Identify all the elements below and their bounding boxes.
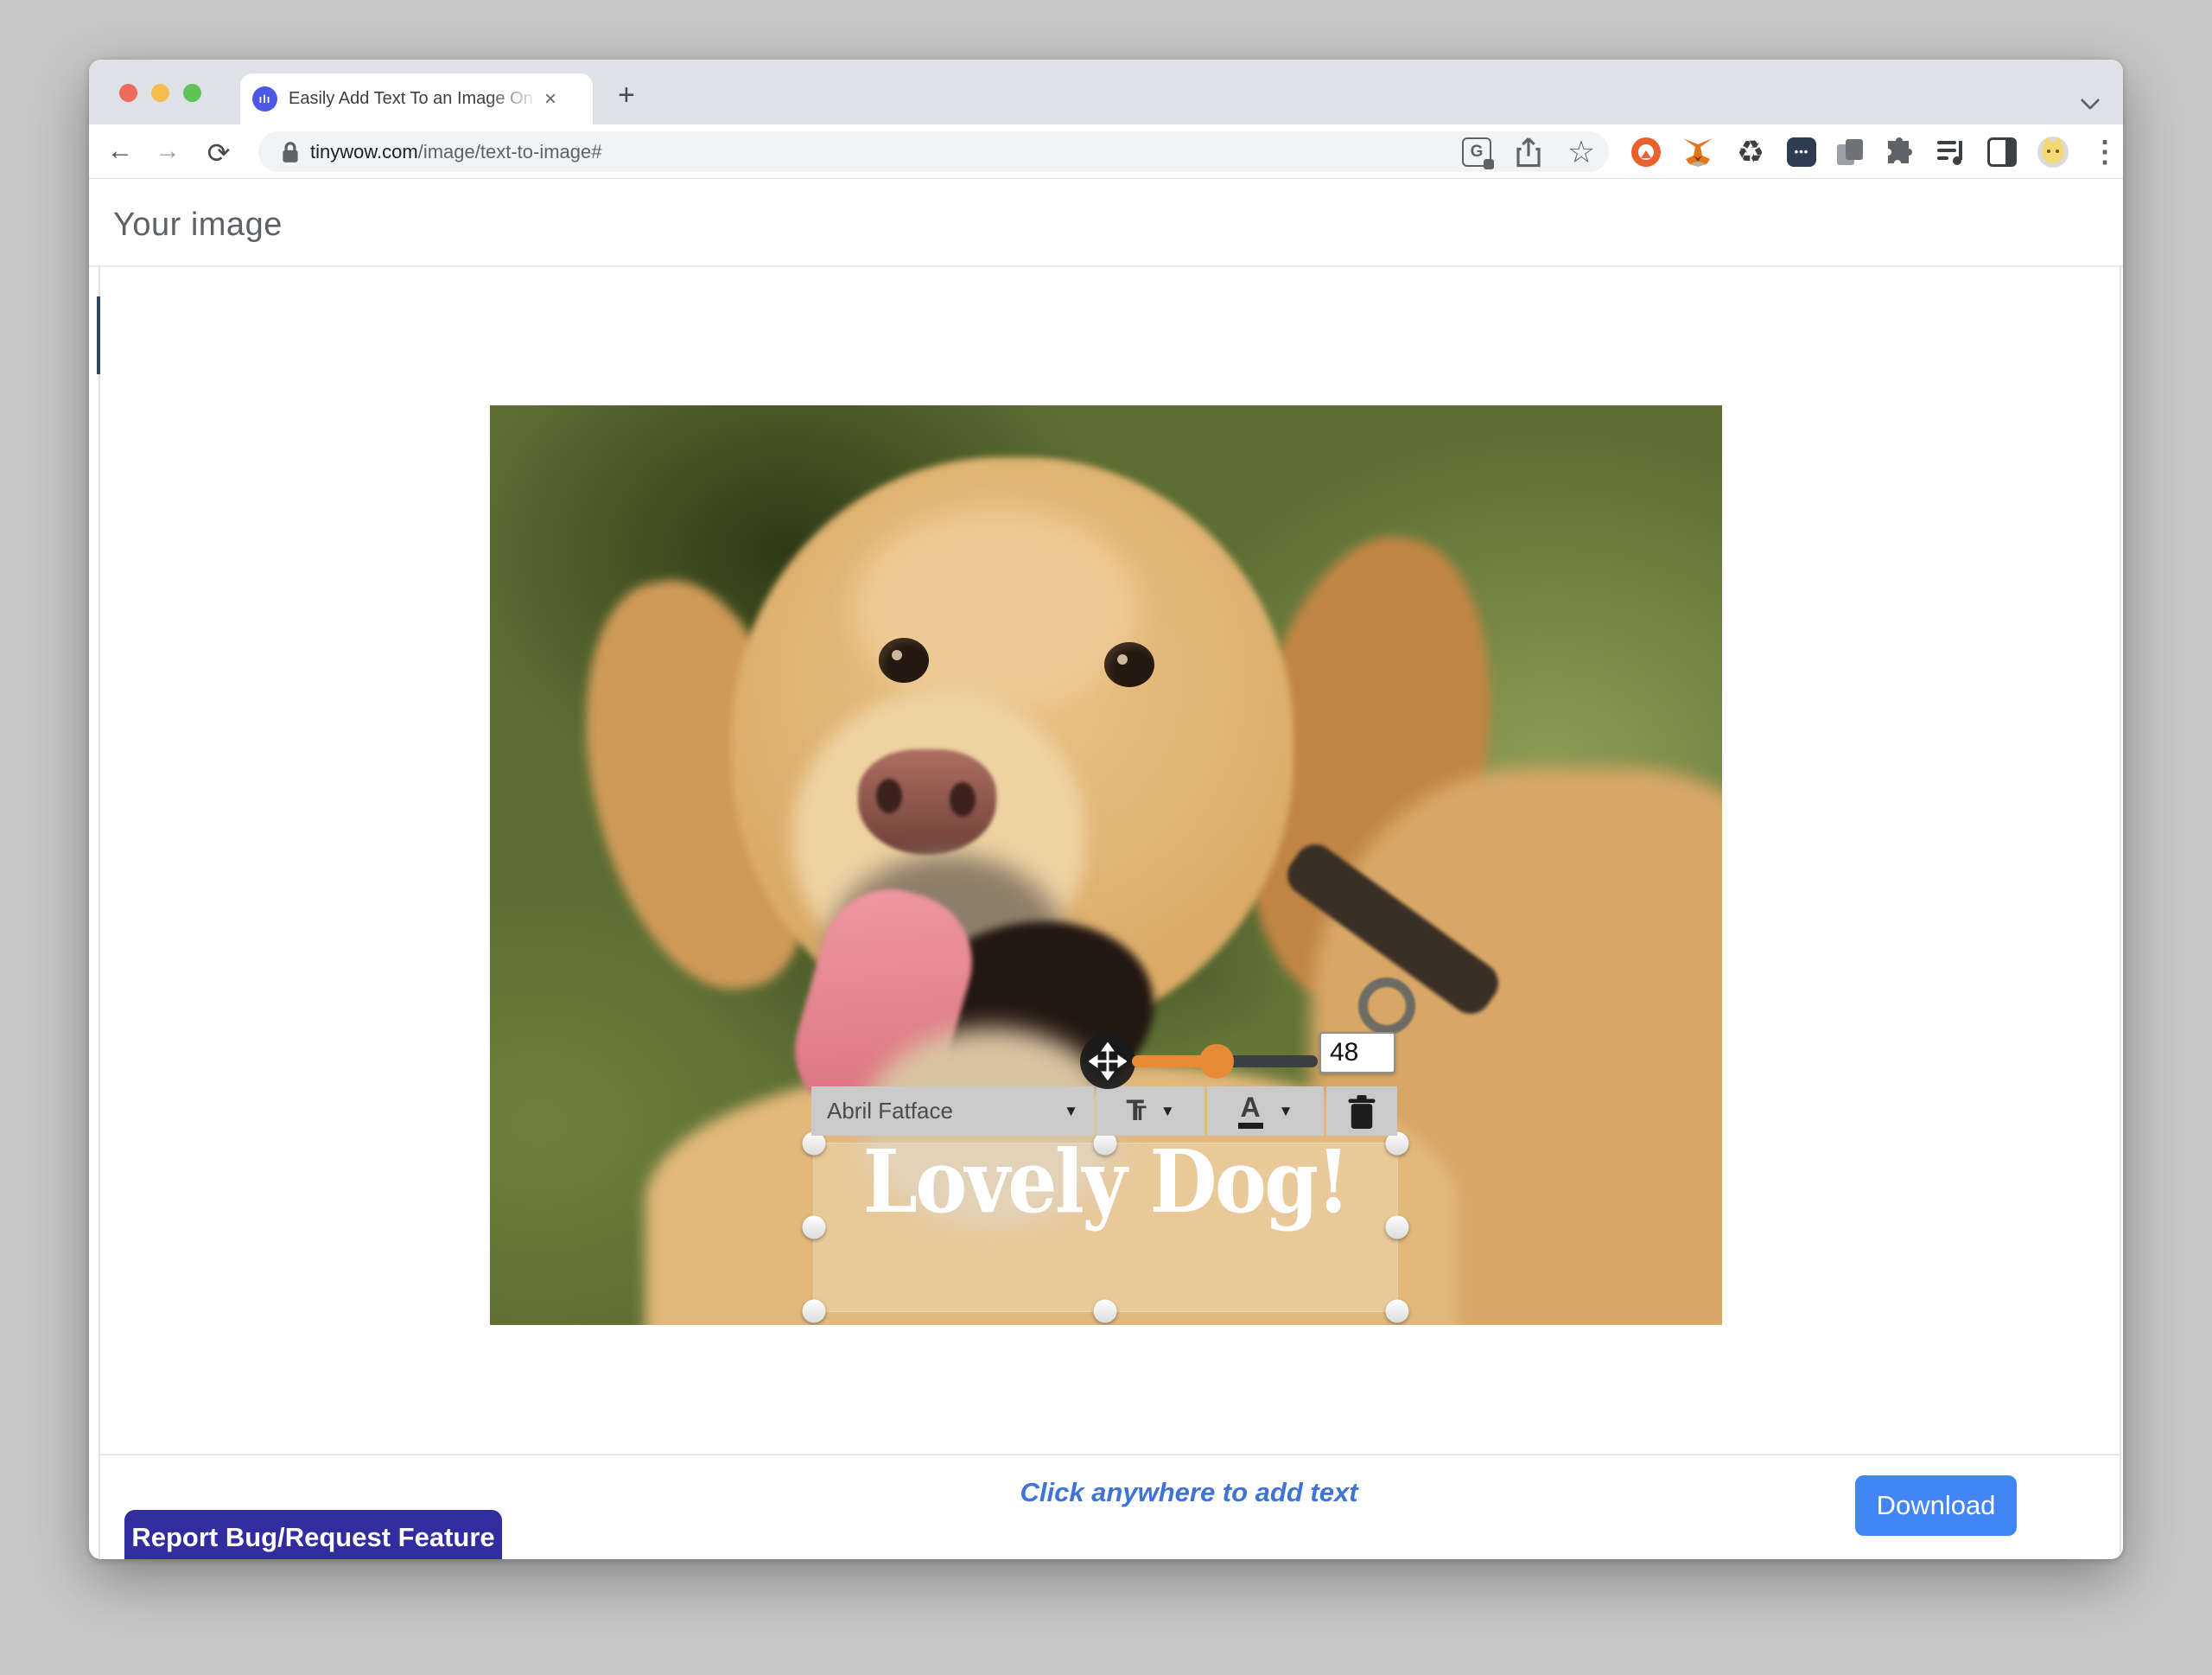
footer-divider [99, 1454, 2121, 1455]
close-window-button[interactable] [119, 84, 137, 102]
report-bug-button[interactable]: Report Bug/Request Feature [124, 1510, 502, 1559]
dog-nostril-right [950, 782, 976, 817]
copy-documents-icon[interactable] [1837, 139, 1863, 165]
new-tab-button[interactable]: + [618, 80, 635, 110]
browser-menu-icon[interactable]: ⋮ [2089, 137, 2120, 168]
resize-handle-bottom-right[interactable] [1386, 1300, 1409, 1323]
tab-close-icon[interactable]: × [544, 89, 556, 110]
playlist-icon[interactable] [1936, 137, 1967, 167]
dog-collar-ring [1358, 978, 1415, 1035]
chevron-down-icon[interactable] [2082, 91, 2101, 110]
move-arrows-icon [1089, 1042, 1127, 1080]
cat-avatar-icon [2042, 141, 2064, 163]
recycle-extension-icon[interactable]: ♻ [1735, 137, 1766, 168]
font-size-slider[interactable] [1132, 1055, 1318, 1067]
page-title: Your image [113, 207, 283, 244]
dog-eye-left [879, 638, 929, 683]
left-edge-artifact [97, 296, 100, 374]
tab-title: Easily Add Text To an Image On [289, 89, 539, 109]
url-text: tinywow.com/image/text-to-image# [310, 141, 601, 163]
tab-title-fade [487, 89, 539, 109]
resize-handle-mid-left[interactable] [803, 1216, 826, 1239]
move-text-handle[interactable] [1080, 1034, 1135, 1089]
dog-eye-right [1104, 642, 1154, 687]
panel-border-left [99, 265, 100, 1559]
resize-handle-bottom-left[interactable] [803, 1300, 826, 1323]
color-caret-icon: ▼ [1279, 1103, 1294, 1120]
share-icon[interactable] [1516, 137, 1541, 168]
image-canvas[interactable]: Lovely Dog! Abril Fatface ▼ TT ▼ A ▼ [490, 405, 1722, 1325]
tinywow-favicon-icon: ılı [252, 86, 277, 111]
font-family-dropdown[interactable]: Abril Fatface ▼ [811, 1086, 1094, 1136]
text-case-dropdown[interactable]: TT ▼ [1096, 1086, 1205, 1136]
bookmark-star-icon[interactable]: ☆ [1566, 137, 1597, 168]
tab-strip: ılı Easily Add Text To an Image On × + [89, 60, 2123, 124]
metamask-fox-icon[interactable] [1681, 137, 1714, 168]
back-button[interactable]: ← [107, 138, 133, 164]
puzzle-extensions-icon[interactable] [1884, 137, 1915, 168]
resize-handle-mid-right[interactable] [1386, 1216, 1409, 1239]
forward-button[interactable]: → [155, 138, 181, 164]
minimize-window-button[interactable] [151, 84, 169, 102]
dog-nostril-left [876, 779, 902, 813]
add-text-hint[interactable]: Click anywhere to add text [757, 1477, 1621, 1508]
dog-eye-right-highlight [1117, 654, 1128, 665]
browser-tab[interactable]: ılı Easily Add Text To an Image On × [240, 73, 593, 124]
translate-icon[interactable]: G [1462, 137, 1491, 167]
text-format-toolbar: Abril Fatface ▼ TT ▼ A ▼ [811, 1086, 1397, 1136]
lock-icon [281, 140, 300, 164]
dog-eye-left-highlight [892, 650, 902, 660]
browser-window: ılı Easily Add Text To an Image On × + ←… [89, 60, 2123, 1559]
font-family-value: Abril Fatface [827, 1098, 953, 1124]
password-manager-icon[interactable]: ••• [1787, 137, 1816, 167]
font-color-icon: A [1238, 1093, 1263, 1129]
download-button[interactable]: Download [1855, 1475, 2017, 1536]
delete-text-button[interactable] [1326, 1086, 1397, 1136]
image-extension-icon[interactable] [1631, 137, 1661, 167]
panel-border-right[interactable] [2120, 265, 2121, 1559]
trash-icon [1347, 1094, 1376, 1129]
font-color-dropdown[interactable]: A ▼ [1207, 1086, 1324, 1136]
profile-avatar[interactable] [2037, 137, 2069, 168]
case-caret-icon: ▼ [1160, 1103, 1175, 1120]
extension-icons: ♻ ••• ⋮ [1631, 131, 2120, 172]
header-divider [89, 265, 2123, 267]
resize-handle-bottom-center[interactable] [1094, 1300, 1117, 1323]
sidebar-toggle-icon[interactable] [1987, 137, 2017, 167]
font-size-input[interactable] [1319, 1032, 1395, 1073]
address-bar[interactable]: tinywow.com/image/text-to-image# G ☆ [258, 131, 1609, 172]
font-caret-icon: ▼ [1064, 1103, 1078, 1120]
zoom-window-button[interactable] [183, 84, 201, 102]
reload-button[interactable]: ⟳ [207, 139, 231, 167]
slider-thumb[interactable] [1199, 1044, 1234, 1079]
